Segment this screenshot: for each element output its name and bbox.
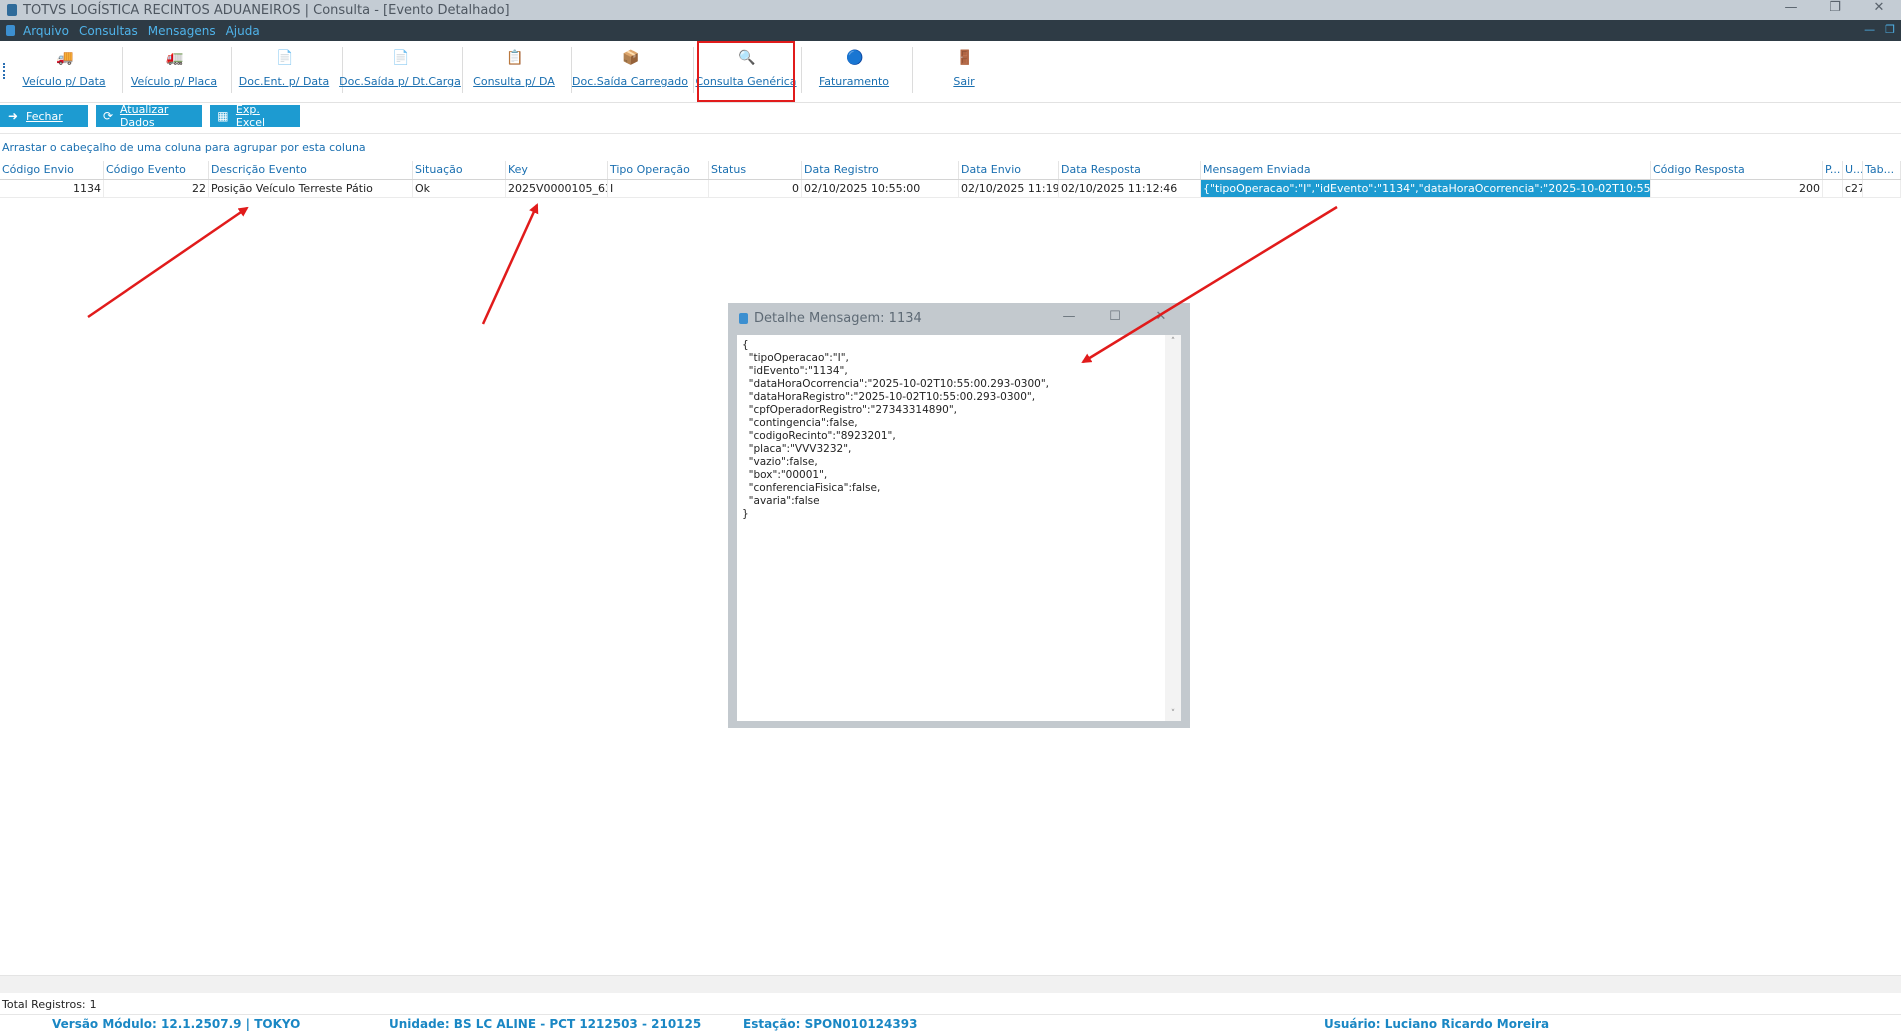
cell-situacao[interactable]: Ok [413,180,506,197]
fechar-button[interactable]: ➜ Fechar [0,105,88,127]
dialog-minimize-button[interactable]: — [1046,309,1092,324]
col-data-envio[interactable]: Data Envio [959,161,1059,179]
cell-u[interactable]: c27 [1843,180,1863,197]
menu-bar: Arquivo Consultas Mensagens Ajuda — ❐ [0,20,1901,41]
doc-exit-icon: 📄 [392,50,410,66]
col-key[interactable]: Key [506,161,608,179]
toolbar-button-veiculo-placa[interactable]: 🚛 Veículo p/ Placa [128,41,220,101]
toolbar-button-veiculo-data[interactable]: 🚚 Veículo p/ Data [18,41,110,101]
window-controls: — ❐ ✕ [1769,0,1901,20]
toolbar-grip[interactable] [3,63,7,79]
billing-icon: 🔵 [846,50,864,66]
col-p[interactable]: P... [1823,161,1843,179]
status-estacao: Estação: SPON010124393 [743,1017,918,1031]
cell-data-registro[interactable]: 02/10/2025 10:55:00 [802,180,959,197]
group-by-hint[interactable]: Arrastar o cabeçalho de uma coluna para … [2,141,366,154]
dialog-title-bar[interactable]: Detalhe Mensagem: 1134 — ☐ ✕ [728,303,1190,333]
cell-tipo-operacao[interactable]: I [608,180,709,197]
restore-button[interactable]: ❐ [1813,0,1857,20]
close-button[interactable]: ✕ [1857,0,1901,20]
status-usuario: Usuário: Luciano Ricardo Moreira [1324,1017,1550,1031]
toolbar-button-doc-saida-carregado[interactable]: 📦 Doc.Saída Carregado [572,41,688,101]
col-codigo-evento[interactable]: Código Evento [104,161,209,179]
scroll-up-icon[interactable]: ˄ [1165,337,1181,347]
total-registros: Total Registros: 1 [2,998,97,1011]
col-data-registro[interactable]: Data Registro [802,161,959,179]
dialog-app-icon [739,312,748,324]
menu-consultas[interactable]: Consultas [79,24,138,38]
mdi-minimize-button[interactable]: — [1864,23,1875,36]
col-data-resposta[interactable]: Data Resposta [1059,161,1201,179]
cell-tab[interactable] [1863,180,1901,197]
cell-codigo-envio[interactable]: 1134 [0,180,104,197]
dialog-close-button[interactable]: ✕ [1138,309,1184,324]
exit-icon: ➜ [7,109,19,123]
exp-excel-button[interactable]: ▦ Exp. Excel [210,103,300,129]
col-status[interactable]: Status [709,161,802,179]
col-codigo-envio[interactable]: Código Envio [0,161,104,179]
consulta-generica-highlight-box [697,41,795,102]
scroll-down-icon[interactable]: ˅ [1165,709,1181,719]
dialog-title: Detalhe Mensagem: 1134 [754,310,922,326]
cell-data-resposta[interactable]: 02/10/2025 11:12:46 [1059,180,1201,197]
toolbar-button-doc-ent-data[interactable]: 📄 Doc.Ent. p/ Data [236,41,332,101]
col-mensagem-enviada[interactable]: Mensagem Enviada [1201,161,1651,179]
window-title: TOTVS LOGÍSTICA RECINTOS ADUANEIROS | Co… [23,2,510,18]
atualizar-dados-button[interactable]: ⟳ Atualizar Dados [96,103,202,129]
detalhe-mensagem-dialog: Detalhe Mensagem: 1134 — ☐ ✕ { "tipoOper… [728,303,1190,728]
cell-codigo-evento[interactable]: 22 [104,180,209,197]
toolbar-button-consulta-da[interactable]: 📋 Consulta p/ DA [468,41,560,101]
status-unidade: Unidade: BS LC ALINE - PCT 1212503 - 210… [389,1017,702,1031]
window-title-bar: TOTVS LOGÍSTICA RECINTOS ADUANEIROS | Co… [0,0,1901,20]
cell-codigo-resposta[interactable]: 200 [1651,180,1823,197]
menu-app-icon [6,25,15,36]
mdi-restore-button[interactable]: ❐ [1885,23,1895,36]
dialog-scrollbar[interactable]: ˄ ˅ [1165,335,1181,721]
table-row[interactable]: 1134 22 Posição Veículo Terreste Pátio O… [0,180,1901,198]
total-value: 1 [89,998,97,1011]
message-textarea[interactable]: { "tipoOperacao":"I", "idEvento":"1134",… [737,335,1181,721]
toolbar-button-sair[interactable]: 🚪 Sair [918,41,1010,101]
col-situacao[interactable]: Situação [413,161,506,179]
toolbar: 🚚 Veículo p/ Data 🚛 Veículo p/ Placa 📄 D… [0,41,1901,103]
col-descricao-evento[interactable]: Descrição Evento [209,161,413,179]
divider [0,133,1901,134]
cell-mensagem-enviada[interactable]: {"tipoOperacao":"I","idEvento":"1134","d… [1201,180,1651,197]
footer-strip [0,975,1901,993]
refresh-icon: ⟳ [102,109,113,123]
col-codigo-resposta[interactable]: Código Resposta [1651,161,1823,179]
menu-mensagens[interactable]: Mensagens [148,24,216,38]
grid-header: Código Envio Código Evento Descrição Eve… [0,161,1901,180]
cell-status[interactable]: 0 [709,180,802,197]
col-u[interactable]: U... [1843,161,1863,179]
status-bar: Versão Módulo: 12.1.2507.9 | TOKYO Unida… [0,1014,1901,1031]
excel-icon: ▦ [217,109,229,123]
menu-arquivo[interactable]: Arquivo [23,24,69,38]
doc-entry-icon: 📄 [276,50,294,66]
truck-icon: 🚚 [56,50,74,66]
query-da-icon: 📋 [506,50,524,66]
doc-loaded-icon: 📦 [622,50,640,66]
status-versao: Versão Módulo: 12.1.2507.9 | TOKYO [52,1017,301,1031]
dialog-maximize-button[interactable]: ☐ [1092,309,1138,324]
truck-plate-icon: 🚛 [166,50,184,66]
arrow-descricao-evento [87,206,249,319]
message-json-text: { "tipoOperacao":"I", "idEvento":"1134",… [742,339,1049,520]
app-icon [7,4,17,16]
toolbar-button-doc-saida-dt-carga[interactable]: 📄 Doc.Saída p/ Dt.Carga [339,41,461,101]
minimize-button[interactable]: — [1769,0,1813,20]
col-tab[interactable]: Tab... [1863,161,1901,179]
arrow-key [481,203,539,325]
menu-ajuda[interactable]: Ajuda [226,24,260,38]
col-tipo-operacao[interactable]: Tipo Operação [608,161,709,179]
cell-p[interactable] [1823,180,1843,197]
cell-descricao-evento[interactable]: Posição Veículo Terreste Pátio [209,180,413,197]
exit-door-icon: 🚪 [956,50,974,66]
cell-data-envio[interactable]: 02/10/2025 11:19:3 [959,180,1059,197]
cell-key[interactable]: 2025V0000105_638 [506,180,608,197]
total-label: Total Registros: [2,998,86,1011]
toolbar-button-faturamento[interactable]: 🔵 Faturamento [806,41,902,101]
